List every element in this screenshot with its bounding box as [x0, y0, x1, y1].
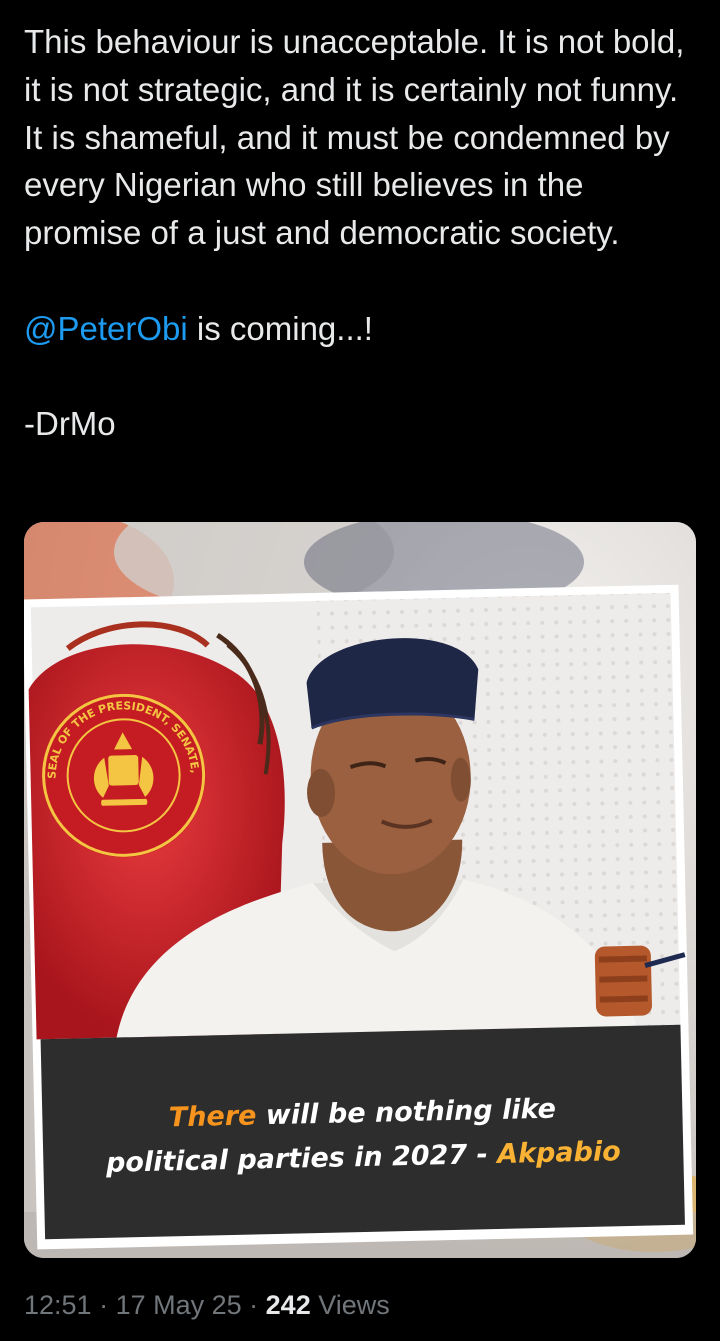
tweet-time[interactable]: 12:51: [24, 1290, 92, 1320]
caption-band: [40, 1024, 685, 1240]
tweet-signature: -DrMo: [24, 405, 116, 443]
tweet-media-image[interactable]: SEAL OF THE PRESIDENT, SENATE, FEDERAL R…: [24, 522, 696, 1258]
views-label[interactable]: Views: [311, 1290, 390, 1320]
tweet-paragraph: This behaviour is unacceptable. It is no…: [24, 23, 685, 252]
tweet-text: This behaviour is unacceptable. It is no…: [24, 18, 696, 448]
views-count[interactable]: 242: [266, 1290, 311, 1320]
mention-link[interactable]: @PeterObi: [24, 310, 188, 347]
mention-suffix: is coming...!: [187, 309, 373, 347]
media-illustration: SEAL OF THE PRESIDENT, SENATE, FEDERAL R…: [24, 522, 696, 1258]
meta-separator: ·: [241, 1290, 266, 1320]
news-photo-frame: SEAL OF THE PRESIDENT, SENATE, FEDERAL R…: [24, 522, 694, 1250]
tweet-mention-line: @PeterObi is coming...!: [24, 305, 696, 353]
meta-separator: ·: [91, 1290, 116, 1320]
tweet-date[interactable]: 17 May 25: [116, 1290, 242, 1320]
tweet-metadata: 12:51 · 17 May 25 · 242 Views: [24, 1287, 390, 1323]
